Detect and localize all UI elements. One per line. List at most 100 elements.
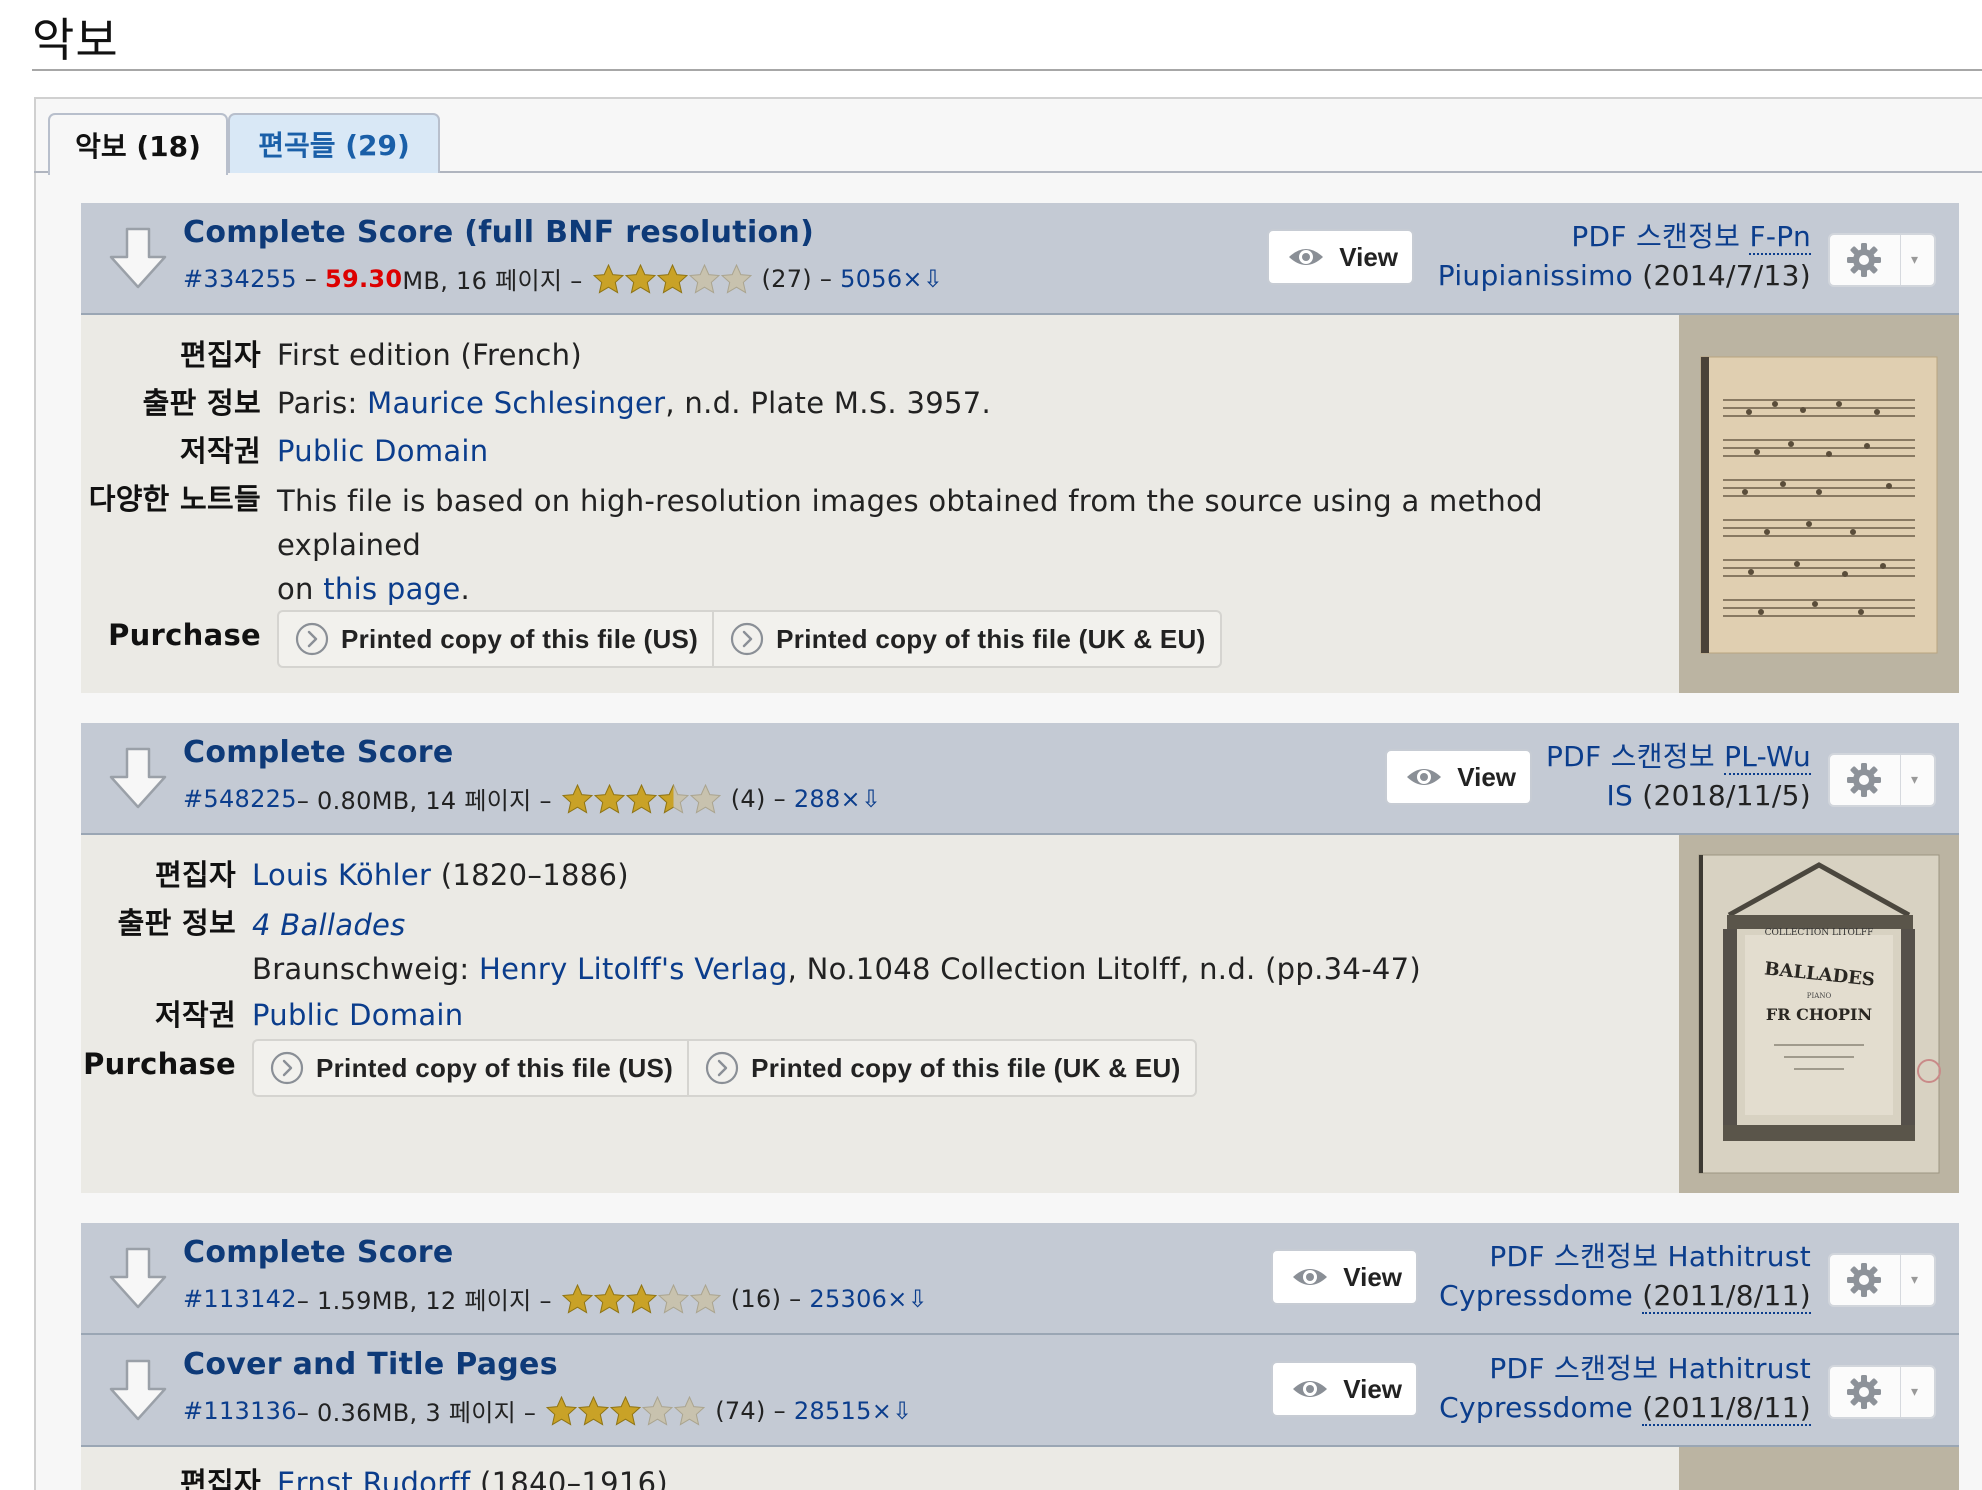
scan-info: PDF 스캔정보 PL-Wu — [1546, 735, 1811, 775]
uploader-info: Cypressdome (2011/8/11) — [1439, 1279, 1811, 1314]
scan-source-link[interactable]: F-Pn — [1749, 220, 1811, 255]
print-us-button[interactable]: Printed copy of this file (US) — [277, 610, 713, 668]
print-uk-button[interactable]: Printed copy of this file (UK & EU) — [712, 610, 1222, 668]
purchase-row: Purchase Printed copy of this file (US) … — [81, 610, 1222, 668]
tab-scores[interactable]: 악보 (18) — [48, 113, 228, 175]
gear-icon — [1846, 242, 1882, 278]
this-page-link[interactable]: this page — [323, 572, 460, 606]
print-us-label: Printed copy of this file (US) — [316, 1053, 674, 1083]
file-actions-button[interactable]: ▾ — [1828, 1365, 1936, 1419]
file-actions-button[interactable]: ▾ — [1828, 233, 1936, 287]
file-header: Complete Score #548225 – 0.80MB, 14 페이지 … — [81, 723, 1959, 835]
star-full-icon[interactable] — [562, 1284, 593, 1314]
uploader-link[interactable]: Piupianissimo — [1438, 259, 1633, 292]
file-title-link[interactable]: Complete Score — [183, 1235, 453, 1270]
download-arrow-icon[interactable] — [107, 747, 169, 811]
file-size: – 0.36MB, 3 페이지 – — [296, 1399, 537, 1427]
star-empty-icon[interactable] — [689, 264, 720, 294]
star-full-icon[interactable] — [594, 1284, 625, 1314]
star-full-icon[interactable] — [610, 1396, 641, 1426]
file-id-link[interactable]: #334255 — [183, 265, 297, 293]
scan-pdf-link[interactable]: PDF 스캔정보 — [1546, 740, 1715, 773]
scan-source-link[interactable]: Hathitrust — [1667, 1240, 1811, 1273]
scan-source-link[interactable]: PL-Wu — [1724, 740, 1811, 775]
star-full-icon[interactable] — [657, 264, 688, 294]
file-actions-button[interactable]: ▾ — [1828, 1253, 1936, 1307]
score-thumbnail[interactable] — [1679, 1447, 1959, 1490]
rating-stars[interactable] — [562, 784, 721, 814]
print-uk-button[interactable]: Printed copy of this file (UK & EU) — [687, 1039, 1197, 1097]
publisher-link[interactable]: Henry Litolff's Verlag — [479, 952, 788, 986]
star-empty-icon[interactable] — [674, 1396, 705, 1426]
editor-row: 편집자 Ernst Rudorff (1840–1916) — [81, 1463, 668, 1490]
editor-link[interactable]: Louis Köhler — [252, 858, 431, 892]
scan-source-link[interactable]: Hathitrust — [1667, 1352, 1811, 1385]
star-full-icon[interactable] — [562, 784, 593, 814]
download-count-link[interactable]: 25306×⇩ — [809, 1285, 928, 1313]
star-full-icon[interactable] — [626, 1284, 657, 1314]
star-full-icon[interactable] — [594, 784, 625, 814]
print-us-button[interactable]: Printed copy of this file (US) — [252, 1039, 688, 1097]
file-title-link[interactable]: Complete Score — [183, 735, 453, 770]
download-count-link[interactable]: 5056×⇩ — [840, 265, 943, 293]
star-full-icon[interactable] — [593, 264, 624, 294]
star-empty-icon[interactable] — [721, 264, 752, 294]
score-thumbnail[interactable] — [1679, 315, 1959, 693]
chevron-circle-icon — [730, 622, 764, 656]
download-arrow-icon[interactable] — [107, 227, 169, 291]
publisher-link[interactable]: Maurice Schlesinger — [367, 386, 665, 420]
view-button[interactable]: View — [1271, 1249, 1418, 1305]
star-empty-icon[interactable] — [658, 1284, 689, 1314]
copyright-link[interactable]: Public Domain — [252, 998, 463, 1032]
publication-label: 출판 정보 — [117, 906, 236, 940]
uploader-link[interactable]: IS — [1606, 779, 1633, 812]
download-arrow-icon[interactable] — [107, 1359, 169, 1423]
file-actions-button[interactable]: ▾ — [1828, 753, 1936, 807]
view-button[interactable]: View — [1385, 749, 1532, 805]
uploader-link[interactable]: Cypressdome — [1439, 1279, 1633, 1312]
publication-value: Paris: Maurice Schlesinger, n.d. Plate M… — [261, 383, 991, 423]
view-button[interactable]: View — [1267, 229, 1414, 285]
star-empty-icon[interactable] — [690, 784, 721, 814]
file-id-link[interactable]: #113136 — [183, 1397, 297, 1425]
file-title-link[interactable]: Complete Score (full BNF resolution) — [183, 215, 814, 250]
cover-page-image[interactable]: COLLECTION LITOLFF BALLADES PIANO FR CHO… — [1679, 835, 1959, 1193]
score-thumbnail[interactable]: COLLECTION LITOLFF BALLADES PIANO FR CHO… — [1679, 835, 1959, 1193]
file-id-link[interactable]: #113142 — [183, 1285, 297, 1313]
rating-stars[interactable] — [593, 264, 752, 294]
star-full-icon[interactable] — [546, 1396, 577, 1426]
download-count-link[interactable]: 288×⇩ — [794, 785, 882, 813]
star-empty-icon[interactable] — [642, 1396, 673, 1426]
star-full-icon[interactable] — [625, 264, 656, 294]
scan-pdf-link[interactable]: PDF 스캔정보 — [1489, 1240, 1658, 1273]
work-link[interactable]: 4 Ballades — [252, 908, 406, 942]
score-page-image[interactable] — [1679, 315, 1959, 693]
star-half-icon[interactable] — [658, 784, 689, 814]
download-arrow-icon[interactable] — [107, 1247, 169, 1311]
download-count-link[interactable]: 28515×⇩ — [794, 1397, 913, 1425]
editor-years: (1820–1886) — [431, 858, 629, 892]
scan-pdf-link[interactable]: PDF 스캔정보 — [1489, 1352, 1658, 1385]
file-meta: #113142 – 1.59MB, 12 페이지 – (16) – 25306×… — [183, 1281, 928, 1316]
copyright-link[interactable]: Public Domain — [277, 434, 488, 468]
scan-pdf-link[interactable]: PDF 스캔정보 — [1571, 220, 1740, 253]
uploader-link[interactable]: Cypressdome — [1439, 1391, 1633, 1424]
file-size: – 0.80MB, 14 페이지 – — [296, 787, 552, 815]
copyright-value: Public Domain — [261, 431, 488, 471]
gear-icon — [1846, 1374, 1882, 1410]
editor-link[interactable]: Ernst Rudorff — [277, 1466, 470, 1490]
star-full-icon[interactable] — [578, 1396, 609, 1426]
file-id-link[interactable]: #548225 — [183, 785, 297, 813]
eye-icon — [1291, 1377, 1329, 1401]
file-title-link[interactable]: Cover and Title Pages — [183, 1347, 558, 1382]
uploader-info: Cypressdome (2011/8/11) — [1439, 1391, 1811, 1426]
rating-stars[interactable] — [562, 1284, 721, 1314]
view-label: View — [1339, 241, 1398, 272]
file-header: Complete Score (full BNF resolution) #33… — [81, 203, 1959, 315]
rating-stars[interactable] — [546, 1396, 705, 1426]
view-button[interactable]: View — [1271, 1361, 1418, 1417]
cover-text: COLLECTION LITOLFF — [1765, 928, 1874, 938]
star-empty-icon[interactable] — [690, 1284, 721, 1314]
star-full-icon[interactable] — [626, 784, 657, 814]
tab-arrangements[interactable]: 편곡들 (29) — [228, 113, 440, 173]
